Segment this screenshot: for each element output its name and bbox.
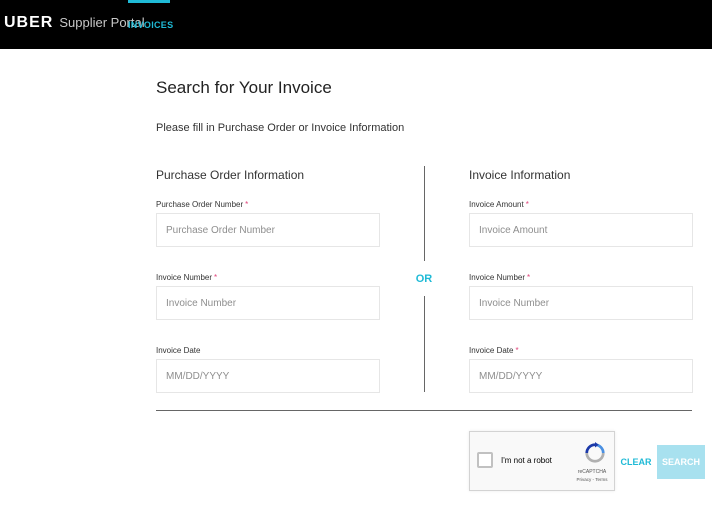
top-navigation-bar: UBER Supplier Portal INVOICES — [0, 0, 712, 49]
horizontal-divider — [156, 410, 692, 411]
invoice-date-label: Invoice Date * — [469, 346, 519, 355]
page-subtitle: Please fill in Purchase Order or Invoice… — [156, 122, 405, 134]
required-marker: * — [214, 273, 218, 282]
or-separator: OR — [415, 273, 433, 285]
captcha-checkbox[interactable] — [477, 452, 493, 468]
po-invoice-number-input[interactable] — [156, 286, 380, 320]
recaptcha-icon — [585, 442, 605, 463]
captcha-privacy-terms[interactable]: Privacy - Terms — [570, 477, 614, 482]
required-marker: * — [245, 200, 249, 209]
invoice-section-title: Invoice Information — [469, 168, 571, 182]
captcha-brand: reCAPTCHA — [577, 469, 607, 475]
required-marker: * — [527, 273, 531, 282]
required-marker: * — [525, 200, 529, 209]
invoice-date-input[interactable] — [469, 359, 693, 393]
vertical-divider-bottom — [424, 296, 425, 392]
invoice-amount-input[interactable] — [469, 213, 693, 247]
search-button[interactable]: SEARCH — [657, 445, 705, 479]
invoice-number-label: Invoice Number * — [469, 273, 531, 282]
po-invoice-date-input[interactable] — [156, 359, 380, 393]
recaptcha-widget: I'm not a robot reCAPTCHA Privacy - Term… — [469, 431, 615, 491]
required-marker: * — [515, 346, 519, 355]
page-title: Search for Your Invoice — [156, 78, 332, 97]
invoice-amount-label: Invoice Amount * — [469, 200, 529, 209]
brand[interactable]: UBER Supplier Portal — [4, 14, 145, 32]
tab-invoices[interactable]: INVOICES — [128, 0, 173, 49]
purchase-order-section-title: Purchase Order Information — [156, 168, 305, 182]
invoice-number-input[interactable] — [469, 286, 693, 320]
po-number-label: Purchase Order Number * — [156, 200, 249, 209]
captcha-label: I'm not a robot — [501, 456, 552, 465]
po-invoice-number-label: Invoice Number * — [156, 273, 218, 282]
po-invoice-date-label: Invoice Date — [156, 346, 201, 355]
clear-button[interactable]: CLEAR — [619, 448, 653, 476]
uber-logo: UBER — [4, 14, 54, 31]
vertical-divider-top — [424, 166, 425, 261]
po-number-input[interactable] — [156, 213, 380, 247]
